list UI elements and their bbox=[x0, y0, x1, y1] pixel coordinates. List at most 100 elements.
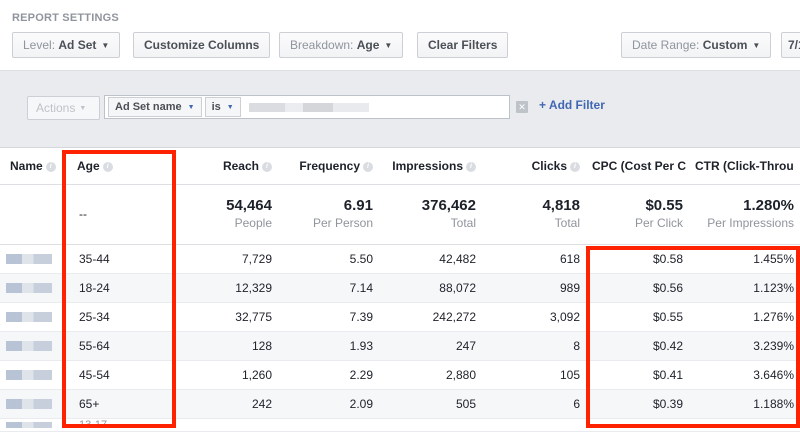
actions-button[interactable]: Actions ▼ bbox=[27, 96, 100, 120]
summary-cpc: $0.55 bbox=[645, 197, 683, 214]
level-dropdown[interactable]: Level: Ad Set ▼ bbox=[12, 32, 121, 58]
add-filter-link[interactable]: + Add Filter bbox=[539, 98, 605, 112]
column-header-cpc[interactable]: CPC (Cost Per C bbox=[586, 148, 689, 185]
age-cell: 18-24 bbox=[67, 273, 165, 303]
frequency-cell: 2.29 bbox=[278, 360, 379, 390]
summary-clicks: 4,818 bbox=[542, 197, 580, 214]
caret-down-icon: ▼ bbox=[384, 40, 393, 50]
filter-input[interactable]: Ad Set name ▼ is ▼ bbox=[104, 95, 510, 119]
age-cell: 35-44 bbox=[67, 244, 165, 274]
filter-area: Actions ▼ Ad Set name ▼ is ▼ ✕ + Add Filter bbox=[0, 70, 800, 148]
report-settings-label: REPORT SETTINGS bbox=[12, 12, 119, 24]
age-cell: 25-34 bbox=[67, 302, 165, 332]
ctr-cell: 1.455% bbox=[689, 244, 800, 274]
info-icon[interactable]: i bbox=[45, 161, 56, 172]
summary-frequency-cell: 6.91 Per Person bbox=[278, 184, 379, 245]
table-row[interactable]: 25-34 32,775 7.39 242,272 3,092 $0.55 1.… bbox=[0, 302, 800, 332]
clicks-cell: 3,092 bbox=[482, 302, 586, 332]
column-header-frequency[interactable]: Frequency i bbox=[278, 148, 379, 185]
age-cell: 45-54 bbox=[67, 360, 165, 390]
summary-reach-cell: 54,464 People bbox=[165, 184, 278, 245]
cpc-cell: $0.41 bbox=[586, 360, 689, 390]
table-row[interactable]: 18-24 12,329 7.14 88,072 989 $0.56 1.123… bbox=[0, 273, 800, 303]
summary-reach: 54,464 bbox=[226, 197, 272, 214]
table-row[interactable]: 35-44 7,729 5.50 42,482 618 $0.58 1.455% bbox=[0, 244, 800, 274]
age-cell: 65+ bbox=[67, 389, 165, 419]
field-chip-label: Ad Set name bbox=[115, 101, 182, 113]
level-value: Ad Set bbox=[58, 38, 97, 52]
ctr-cell: 1.188% bbox=[689, 389, 800, 419]
breakdown-label: Breakdown: bbox=[290, 38, 354, 52]
cpc-cell: $0.56 bbox=[586, 273, 689, 303]
column-header-impressions[interactable]: Impressions i bbox=[379, 148, 482, 185]
caret-down-icon: ▼ bbox=[101, 40, 110, 50]
redacted-name bbox=[0, 331, 67, 361]
summary-impressions: 376,462 bbox=[421, 197, 476, 214]
table-row[interactable]: 55-64 128 1.93 247 8 $0.42 3.239% bbox=[0, 331, 800, 361]
column-label: Name bbox=[10, 158, 43, 173]
ctr-cell: 3.646% bbox=[689, 360, 800, 390]
summary-ctr-unit: Per Impressions bbox=[707, 216, 794, 230]
caret-down-icon: ▼ bbox=[187, 103, 195, 111]
date-range-value: Custom bbox=[702, 38, 748, 52]
info-icon[interactable]: i bbox=[570, 161, 580, 172]
reach-cell: 242 bbox=[165, 389, 278, 419]
info-icon[interactable]: i bbox=[262, 161, 272, 172]
summary-impressions-cell: 376,462 Total bbox=[379, 184, 482, 245]
date-field[interactable]: 7/1 bbox=[781, 32, 800, 58]
clear-filter-icon[interactable]: ✕ bbox=[516, 101, 528, 113]
redacted-name bbox=[0, 360, 67, 390]
column-header-name[interactable]: Name i bbox=[0, 148, 67, 185]
date-range-dropdown[interactable]: Date Range: Custom ▼ bbox=[621, 32, 772, 58]
cpc-cell: $0.58 bbox=[586, 244, 689, 274]
column-header-clicks[interactable]: Clicks i bbox=[482, 148, 586, 185]
ctr-cell: 1.123% bbox=[689, 273, 800, 303]
ctr-cell: 1.276% bbox=[689, 302, 800, 332]
caret-down-icon: ▼ bbox=[752, 40, 761, 50]
clicks-cell: 618 bbox=[482, 244, 586, 274]
info-icon[interactable]: i bbox=[363, 161, 373, 172]
summary-impressions-unit: Total bbox=[450, 216, 476, 230]
reach-cell: 32,775 bbox=[165, 302, 278, 332]
redacted-name bbox=[0, 244, 67, 274]
column-header-reach[interactable]: Reach i bbox=[165, 148, 278, 185]
date-range-label: Date Range: bbox=[632, 38, 700, 52]
table-row[interactable]: 65+ 242 2.09 505 6 $0.39 1.188% bbox=[0, 389, 800, 419]
frequency-cell: 7.14 bbox=[278, 273, 379, 303]
ctr-cell: 3.239% bbox=[689, 331, 800, 361]
info-icon[interactable]: i bbox=[102, 161, 113, 172]
clicks-cell: 989 bbox=[482, 273, 586, 303]
column-label: Clicks bbox=[531, 158, 567, 173]
actions-label: Actions bbox=[36, 101, 76, 115]
customize-columns-button[interactable]: Customize Columns bbox=[133, 32, 271, 58]
table-row[interactable]: 45-54 1,260 2.29 2,880 105 $0.41 3.646% bbox=[0, 360, 800, 390]
column-label: CTR (Click-Throu bbox=[695, 158, 794, 173]
summary-ctr: 1.280% bbox=[743, 197, 794, 214]
column-label: Reach bbox=[222, 158, 259, 173]
frequency-cell: 1.93 bbox=[278, 331, 379, 361]
summary-age: -- bbox=[67, 184, 165, 245]
age-cell: 55-64 bbox=[67, 331, 165, 361]
column-header-ctr[interactable]: CTR (Click-Throu bbox=[689, 148, 800, 185]
frequency-cell: 5.50 bbox=[278, 244, 379, 274]
cpc-cell: $0.42 bbox=[586, 331, 689, 361]
redacted-filter-value bbox=[248, 102, 369, 112]
field-chip[interactable]: Ad Set name ▼ bbox=[108, 97, 202, 117]
impressions-cell: 2,880 bbox=[379, 360, 482, 390]
cpc-cell: $0.39 bbox=[586, 389, 689, 419]
reach-cell: 12,329 bbox=[165, 273, 278, 303]
redacted-name bbox=[0, 273, 67, 303]
table-row[interactable]: 13-17 bbox=[0, 418, 800, 432]
summary-frequency-unit: Per Person bbox=[312, 216, 373, 230]
column-label: Age bbox=[77, 158, 100, 173]
breakdown-dropdown[interactable]: Breakdown: Age ▼ bbox=[279, 32, 404, 58]
results-table: Name i Age i Reach i Frequency i Impressions… bbox=[0, 148, 800, 432]
info-icon[interactable]: i bbox=[466, 161, 476, 172]
breakdown-value: Age bbox=[356, 38, 380, 52]
clear-filters-button[interactable]: Clear Filters bbox=[417, 32, 509, 58]
cpc-cell: $0.55 bbox=[586, 302, 689, 332]
column-header-age[interactable]: Age i bbox=[67, 148, 165, 185]
operator-chip[interactable]: is ▼ bbox=[204, 97, 241, 117]
column-label: CPC (Cost Per C bbox=[592, 158, 687, 173]
redacted-name bbox=[0, 302, 67, 332]
